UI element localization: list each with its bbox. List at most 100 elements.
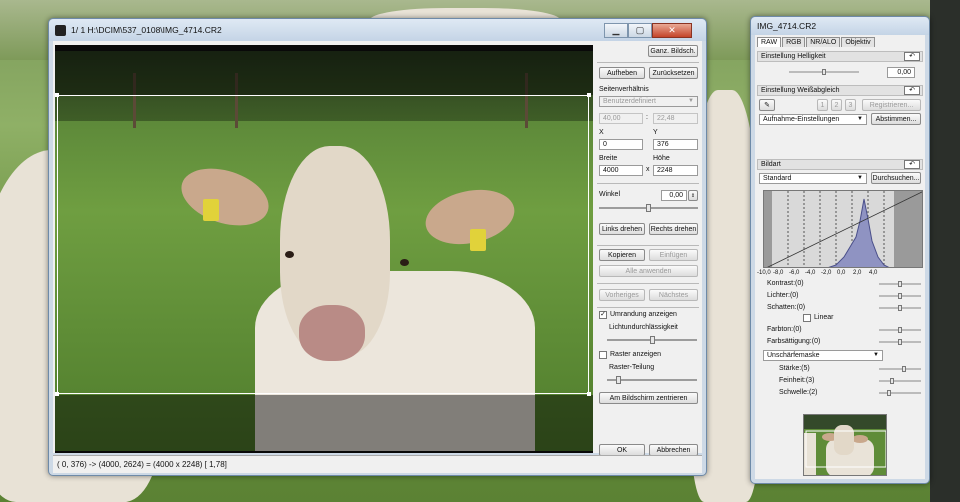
aspect-ratio-value: Benutzerdefiniert <box>603 98 656 105</box>
browse-button[interactable]: Durchsuchen... <box>871 172 921 184</box>
histogram-tick-label: 4,0 <box>869 270 878 276</box>
param-slider-thumb[interactable] <box>902 366 906 372</box>
tab-rgb[interactable]: RGB <box>782 37 806 47</box>
tool-palette-window: IMG_4714.CR2 RAW RGB NR/ALO Objektiv Ein… <box>750 16 930 484</box>
param-label: Farbton:(0) <box>767 326 802 333</box>
param-slider[interactable] <box>879 305 921 311</box>
param-slider[interactable] <box>879 293 921 299</box>
paste-button[interactable]: Einfügen <box>649 249 698 261</box>
histogram-tick-label: -4,0 <box>805 270 816 276</box>
release-button[interactable]: Aufheben <box>599 67 645 79</box>
wb-preset-1-button[interactable]: 1 <box>817 99 828 111</box>
grid-division-thumb[interactable] <box>616 376 621 384</box>
minimize-icon[interactable]: ▁ <box>604 23 628 38</box>
main-window-title: 1/ 1 H:\DCIM\537_0108\IMG_4714.CR2 <box>71 25 222 35</box>
white-balance-select[interactable]: Aufnahme-Einstellungen ▼ <box>759 114 867 125</box>
brightness-field[interactable]: 0,00 <box>887 67 915 78</box>
brightness-slider[interactable] <box>789 69 859 75</box>
image-preview[interactable] <box>55 45 593 453</box>
crop-shade-bottom <box>55 395 593 453</box>
wb-preset-3-button[interactable]: 3 <box>845 99 856 111</box>
close-icon[interactable]: ✕ <box>652 23 692 38</box>
param-label: Stärke:(5) <box>779 365 810 372</box>
picture-style-select[interactable]: Standard ▼ <box>759 173 867 184</box>
param-slider-thumb[interactable] <box>887 390 891 396</box>
angle-slider-thumb[interactable] <box>646 204 651 212</box>
grid-division-slider[interactable] <box>607 376 697 384</box>
fine-tune-button[interactable]: Abstimmen... <box>871 113 921 125</box>
wb-preset-2-button[interactable]: 2 <box>831 99 842 111</box>
white-balance-value: Aufnahme-Einstellungen <box>763 116 840 123</box>
light-transmission-slider[interactable] <box>607 336 697 344</box>
crop-handle[interactable] <box>587 392 591 396</box>
maximize-icon[interactable]: ▢ <box>628 23 652 38</box>
crop-handle[interactable] <box>55 93 59 97</box>
chevron-down-icon: ▼ <box>873 352 879 358</box>
param-slider[interactable] <box>879 366 921 372</box>
rotate-right-button[interactable]: Rechts drehen <box>649 223 698 235</box>
navigator-thumbnail[interactable] <box>803 414 887 476</box>
picture-style-section-header: Bildart ↶ <box>757 159 923 170</box>
y-field[interactable]: 376 <box>653 139 698 150</box>
show-grid-checkbox[interactable] <box>599 351 607 359</box>
ratio-width-field[interactable]: 40,00 <box>599 113 643 124</box>
angle-field[interactable]: 0,00 <box>661 190 687 201</box>
param-slider[interactable] <box>879 339 921 345</box>
histogram-tick-label: -6,0 <box>789 270 800 276</box>
param-slider-thumb[interactable] <box>890 378 894 384</box>
show-border-checkbox[interactable]: ✓ <box>599 311 607 319</box>
undo-icon[interactable]: ↶ <box>904 52 920 61</box>
ratio-height-field[interactable]: 22,48 <box>653 113 698 124</box>
y-label: Y <box>653 129 658 136</box>
param-slider-thumb[interactable] <box>898 281 902 287</box>
aspect-ratio-select[interactable]: Benutzerdefiniert ▼ <box>599 96 698 107</box>
crop-shade-top <box>55 45 593 95</box>
param-slider[interactable] <box>879 327 921 333</box>
undo-icon[interactable]: ↶ <box>904 160 920 169</box>
chevron-down-icon: ▼ <box>688 98 694 104</box>
param-slider-thumb[interactable] <box>898 327 902 333</box>
param-slider-thumb[interactable] <box>898 305 902 311</box>
param-slider-thumb[interactable] <box>898 293 902 299</box>
tab-raw[interactable]: RAW <box>757 37 782 47</box>
param-slider[interactable] <box>879 378 921 384</box>
light-transmission-label: Lichtundurchlässigkeit <box>609 324 678 331</box>
angle-slider[interactable] <box>599 204 698 212</box>
main-window-body: Ganz. Bildsch. Aufheben Zurücksetzen Sei… <box>53 41 702 456</box>
height-field[interactable]: 2248 <box>653 165 698 176</box>
width-field[interactable]: 4000 <box>599 165 643 176</box>
sharpness-mode-select[interactable]: Unschärfemaske ▼ <box>763 350 883 361</box>
rotate-left-button[interactable]: Links drehen <box>599 223 645 235</box>
crop-handle[interactable] <box>587 93 591 97</box>
param-slider[interactable] <box>879 281 921 287</box>
angle-label: Winkel <box>599 191 621 198</box>
tone-curve-histogram[interactable] <box>763 190 923 268</box>
fit-screen-button[interactable]: Ganz. Bildsch. <box>648 45 698 57</box>
trim-tool-window: 1/ 1 H:\DCIM\537_0108\IMG_4714.CR2 ▁ ▢ ✕ <box>48 18 707 476</box>
next-button[interactable]: Nächstes <box>649 289 698 301</box>
param-slider[interactable] <box>879 390 921 396</box>
previous-button[interactable]: Vorheriges <box>599 289 645 301</box>
center-on-screen-button[interactable]: Am Bildschirm zentrieren <box>599 392 698 404</box>
histogram-tick-label: -8,0 <box>773 270 784 276</box>
x-field[interactable]: 0 <box>599 139 643 150</box>
tab-nr-alo[interactable]: NR/ALO <box>806 37 841 47</box>
aspect-ratio-label: Seitenverhältnis <box>599 86 649 93</box>
crop-rectangle[interactable] <box>55 93 591 396</box>
crop-handle[interactable] <box>55 392 59 396</box>
light-transmission-thumb[interactable] <box>650 336 655 344</box>
eyedropper-icon[interactable]: ✎ <box>759 99 775 111</box>
undo-icon[interactable]: ↶ <box>904 86 920 95</box>
brightness-slider-thumb[interactable] <box>822 69 826 75</box>
register-button[interactable]: Registrieren... <box>862 99 921 111</box>
apply-all-button[interactable]: Alle anwenden <box>599 265 698 277</box>
angle-spinner[interactable]: ⇕ <box>688 190 698 201</box>
copy-button[interactable]: Kopieren <box>599 249 645 261</box>
tab-lens[interactable]: Objektiv <box>841 37 875 47</box>
x-label: X <box>599 129 604 136</box>
reset-button[interactable]: Zurücksetzen <box>649 67 698 79</box>
linear-checkbox[interactable] <box>803 314 811 322</box>
tool-titlebar: IMG_4714.CR2 <box>751 17 929 35</box>
param-slider-thumb[interactable] <box>898 339 902 345</box>
param-label: Farbsättigung:(0) <box>767 338 821 345</box>
